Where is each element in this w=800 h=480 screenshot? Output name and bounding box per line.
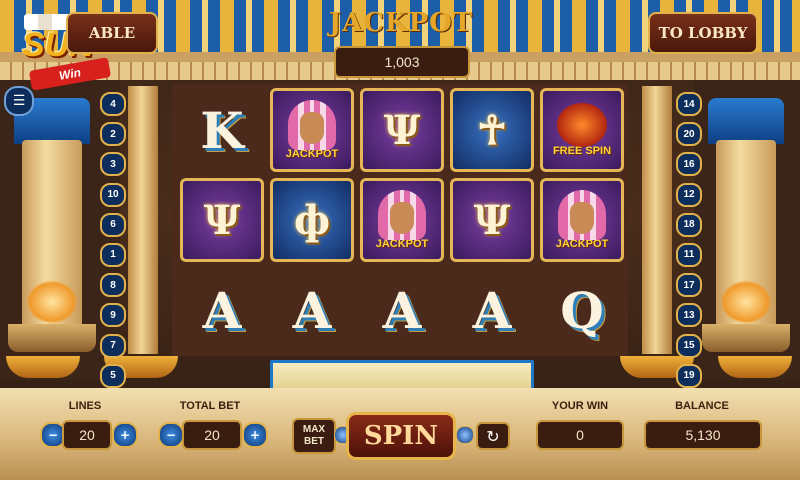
payline-marker[interactable]: 14 (676, 92, 702, 116)
eye-of-horus-symbol: ф (270, 178, 354, 262)
payline-markers-left: 4 2 3 10 6 1 8 9 7 5 (100, 92, 126, 394)
reel-frame-right (642, 86, 672, 354)
brazier (6, 356, 80, 378)
payline-markers-right: 14 20 16 12 18 11 17 13 15 19 (676, 92, 702, 394)
your-win-label: YOUR WIN (551, 400, 609, 412)
slot-game-screen: 4 2 3 10 6 1 8 9 7 5 14 20 16 12 18 11 17 13 15 19 K JACKPO… (0, 0, 800, 480)
to-lobby-button[interactable]: TO LOBBY (648, 12, 758, 54)
lines-label: LINES (68, 400, 102, 412)
jackpot-value: 1,003 (334, 46, 470, 78)
gem-icon (456, 426, 474, 444)
symbol-glyph: Q (560, 280, 604, 340)
reel-grid: K JACKPOT Ψ ☥ FREE SPIN Ψф JACKPOT Ψ JACKPOT A A A A… (172, 84, 628, 356)
balance-label: BALANCE (675, 400, 729, 412)
payline-marker[interactable]: 8 (100, 273, 126, 298)
ankh-symbol: ☥ (450, 88, 534, 172)
letter-a-symbol: A (360, 268, 444, 352)
pillar-base (8, 324, 96, 352)
bet-increase-button[interactable]: + (242, 422, 268, 448)
symbol-glyph: A (382, 280, 422, 340)
payline-marker[interactable]: 19 (676, 363, 702, 388)
jackpot-title: JACKPOT (328, 8, 474, 38)
jackpot-pharaoh-symbol: JACKPOT (360, 178, 444, 262)
payline-marker[interactable]: 9 (100, 303, 126, 328)
payline-marker[interactable]: 10 (100, 182, 126, 207)
pillar-cap (708, 98, 784, 144)
total-bet-value: 20 (182, 420, 242, 450)
letter-a-symbol: A (180, 268, 264, 352)
chalice-symbol: Ψ (450, 178, 534, 262)
payline-marker[interactable]: 15 (676, 333, 702, 358)
max-bet-button[interactable]: MAX BET (292, 418, 336, 454)
scarab-icon (557, 103, 607, 147)
payline-marker[interactable]: 6 (100, 212, 126, 237)
letter-a-symbol: A (270, 268, 354, 352)
payline-marker[interactable]: 7 (100, 333, 126, 358)
auto-spin-button[interactable]: ↻ (476, 422, 510, 450)
payline-marker[interactable]: 4 (100, 92, 126, 116)
payline-marker[interactable]: 18 (676, 212, 702, 237)
torch-flame (26, 280, 78, 324)
symbol-glyph: K (200, 100, 244, 160)
pharaoh-icon (378, 190, 426, 240)
your-win-value: 0 (536, 420, 624, 450)
chalice-symbol: Ψ (360, 88, 444, 172)
letter-k-symbol: K (180, 88, 264, 172)
payline-marker[interactable]: 20 (676, 122, 702, 147)
payline-marker[interactable]: 11 (676, 242, 702, 267)
payline-marker[interactable]: 16 (676, 152, 702, 177)
letter-q-symbol: Q (540, 268, 624, 352)
free-spin-scarab-symbol: FREE SPIN (540, 88, 624, 172)
bet-decrease-button[interactable]: − (158, 422, 184, 448)
pillar-base (702, 324, 790, 352)
payline-marker[interactable]: 12 (676, 182, 702, 207)
payline-marker[interactable]: 5 (100, 363, 126, 388)
jackpot-pharaoh-symbol: JACKPOT (540, 178, 624, 262)
symbol-glyph: A (292, 280, 332, 340)
total-bet-label: TOTAL BET (179, 400, 241, 412)
jackpot-pharaoh-symbol: JACKPOT (270, 88, 354, 172)
symbol-glyph: A (202, 280, 242, 340)
right-pillar (694, 80, 800, 380)
paytable-button[interactable]: ABLE (66, 12, 158, 54)
letter-a-symbol: A (450, 268, 534, 352)
spin-button[interactable]: SPIN (346, 412, 456, 460)
balance-value: 5,130 (644, 420, 762, 450)
lines-increase-button[interactable]: + (112, 422, 138, 448)
payline-marker[interactable]: 17 (676, 273, 702, 298)
pharaoh-icon (558, 190, 606, 240)
payline-marker[interactable]: 3 (100, 152, 126, 177)
pharaoh-icon (288, 100, 336, 150)
brazier (718, 356, 792, 378)
lines-value: 20 (62, 420, 112, 450)
payline-marker[interactable]: 13 (676, 303, 702, 328)
reel-frame-left (128, 86, 158, 354)
payline-marker[interactable]: 1 (100, 242, 126, 267)
chalice-icon: Ψ (473, 196, 511, 244)
menu-icon[interactable]: ☰ (4, 86, 34, 116)
chalice-symbol: Ψ (180, 178, 264, 262)
payline-marker[interactable]: 2 (100, 122, 126, 147)
ankh-icon: ☥ (477, 106, 507, 154)
chalice-icon: Ψ (203, 196, 241, 244)
torch-flame (720, 280, 772, 324)
eye-icon: ф (293, 196, 331, 244)
chalice-icon: Ψ (383, 106, 421, 154)
symbol-glyph: A (472, 280, 512, 340)
